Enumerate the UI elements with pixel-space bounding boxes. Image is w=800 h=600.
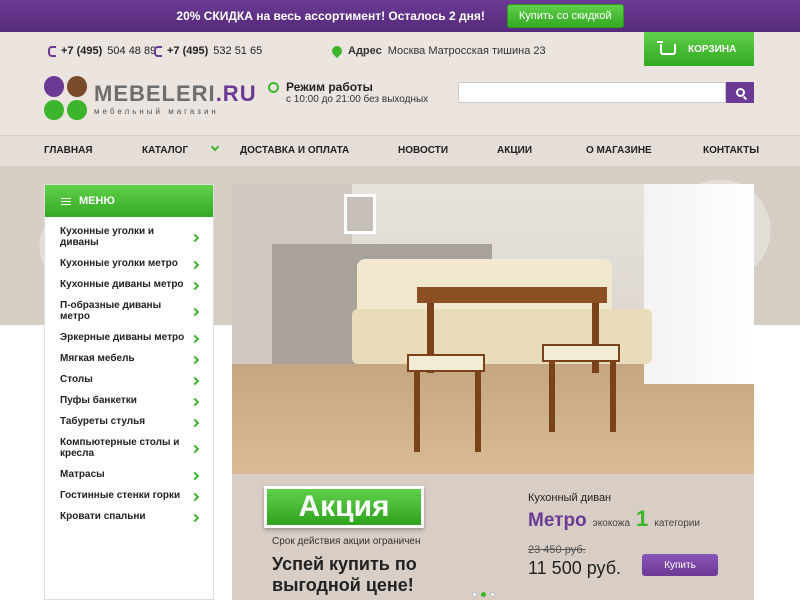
nav-delivery[interactable]: Доставка и оплата: [240, 145, 349, 156]
product-label: Кухонный диван: [528, 492, 612, 504]
map-pin-icon: [329, 43, 345, 59]
phone-1[interactable]: +7 (495) 504 48 89: [48, 45, 156, 57]
hours-value: с 10:00 до 21:00 без выходных: [286, 94, 429, 105]
clock-icon: [268, 82, 279, 93]
search-icon: [735, 88, 745, 97]
nav-catalog[interactable]: Каталог: [142, 142, 220, 156]
promotion-call: Успей купить по выгодной цене!: [272, 554, 417, 595]
logo-mark: [44, 76, 88, 120]
nav-contacts[interactable]: Контакты: [703, 145, 759, 156]
chevron-right-icon: [190, 444, 200, 454]
phone-2[interactable]: +7 (495) 532 51 65: [154, 45, 262, 57]
menu-item[interactable]: Кровати спальни: [45, 507, 213, 528]
nav-home[interactable]: Главная: [44, 145, 93, 156]
slider-dot[interactable]: [472, 592, 477, 597]
nav-promotions[interactable]: Акции: [497, 145, 532, 156]
chevron-right-icon: [190, 376, 200, 385]
buy-button[interactable]: Купить: [642, 554, 718, 576]
menu-item[interactable]: Кухонные уголки и диваны: [45, 222, 213, 254]
logo[interactable]: MEBELERI.RU мебельный магазин: [44, 76, 257, 120]
chevron-right-icon: [190, 397, 200, 406]
chevron-right-icon: [190, 418, 200, 427]
menu-title: МЕНЮ: [79, 195, 115, 207]
logo-subtitle: мебельный магазин: [94, 106, 219, 116]
hero-slider[interactable]: Акция Срок действия акции ограничен Успе…: [232, 184, 754, 600]
slider-dots: [472, 592, 495, 597]
slider-dot-active[interactable]: [481, 592, 486, 597]
menu-item[interactable]: П-образные диваны метро: [45, 296, 213, 328]
chevron-right-icon: [190, 281, 200, 290]
menu-list: Кухонные уголки и диваны Кухонные уголки…: [45, 217, 213, 528]
new-price: 11 500 руб.: [528, 558, 622, 578]
phone-number: 504 48 89: [107, 45, 157, 57]
menu-item[interactable]: Гостинные стенки горки: [45, 486, 213, 507]
menu-item[interactable]: Кухонные диваны метро: [45, 275, 213, 296]
menu-item[interactable]: Пуфы банкетки: [45, 391, 213, 412]
promo-text: 20% СКИДКА на весь ассортимент! Осталось…: [176, 9, 485, 23]
menu-header[interactable]: МЕНЮ: [45, 185, 213, 217]
search-input[interactable]: [458, 82, 726, 103]
menu-item[interactable]: Матрасы: [45, 465, 213, 486]
old-price: 23 450 руб.: [528, 544, 586, 556]
working-hours: Режим работы с 10:00 до 21:00 без выходн…: [268, 80, 429, 105]
logo-name: MEBELERI.RU: [94, 80, 257, 106]
chevron-right-icon: [190, 260, 200, 269]
chevron-right-icon: [190, 334, 200, 343]
chevron-right-icon: [190, 233, 200, 243]
nav-news[interactable]: Новости: [398, 145, 448, 156]
menu-item[interactable]: Мягкая мебель: [45, 349, 213, 370]
phone-icon: [154, 45, 162, 57]
cart-label: КОРЗИНА: [688, 43, 737, 55]
chevron-right-icon: [190, 513, 200, 522]
phone-icon: [48, 45, 56, 57]
promo-bar: 20% СКИДКА на весь ассортимент! Осталось…: [0, 0, 800, 32]
promotion-badge: Акция: [264, 486, 424, 528]
header: +7 (495) 504 48 89 +7 (495) 532 51 65 Ад…: [0, 32, 800, 135]
menu-item[interactable]: Компьютерные столы и кресла: [45, 433, 213, 465]
menu-item[interactable]: Эркерные диваны метро: [45, 328, 213, 349]
phone-number: 532 51 65: [213, 45, 263, 57]
chevron-down-icon: [210, 142, 220, 152]
menu-item[interactable]: Кухонные уголки метро: [45, 254, 213, 275]
buy-discount-button[interactable]: Купить со скидкой: [506, 4, 624, 28]
hero-photo: [232, 184, 754, 474]
sidebar-menu: МЕНЮ Кухонные уголки и диваны Кухонные у…: [44, 184, 214, 600]
promotion-term: Срок действия акции ограничен: [272, 536, 421, 547]
hero-promo-panel: Акция Срок действия акции ограничен Успе…: [232, 474, 754, 600]
search: [458, 82, 754, 103]
menu-item[interactable]: Столы: [45, 370, 213, 391]
search-button[interactable]: [726, 82, 754, 103]
slider-dot[interactable]: [490, 592, 495, 597]
address-label: Адрес: [348, 45, 382, 57]
chevron-right-icon: [190, 492, 200, 501]
address: Адрес Москва Матросская тишина 23: [329, 43, 546, 59]
phone-prefix: +7 (495): [167, 45, 209, 57]
phone-prefix: +7 (495): [61, 45, 103, 57]
chevron-right-icon: [190, 307, 200, 317]
menu-icon: [61, 197, 71, 205]
menu-item[interactable]: Табуреты стулья: [45, 412, 213, 433]
hours-title: Режим работы: [286, 80, 373, 94]
cart-icon: [657, 40, 676, 55]
chevron-right-icon: [190, 355, 200, 364]
chevron-right-icon: [190, 471, 200, 480]
product-name: Метро экокожа 1 категории: [528, 506, 700, 531]
cart-button[interactable]: КОРЗИНА: [644, 32, 754, 66]
nav-about[interactable]: О магазине: [586, 145, 652, 156]
main-nav: Главная Каталог Доставка и оплата Новост…: [0, 135, 800, 167]
address-value: Москва Матросская тишина 23: [387, 45, 546, 57]
